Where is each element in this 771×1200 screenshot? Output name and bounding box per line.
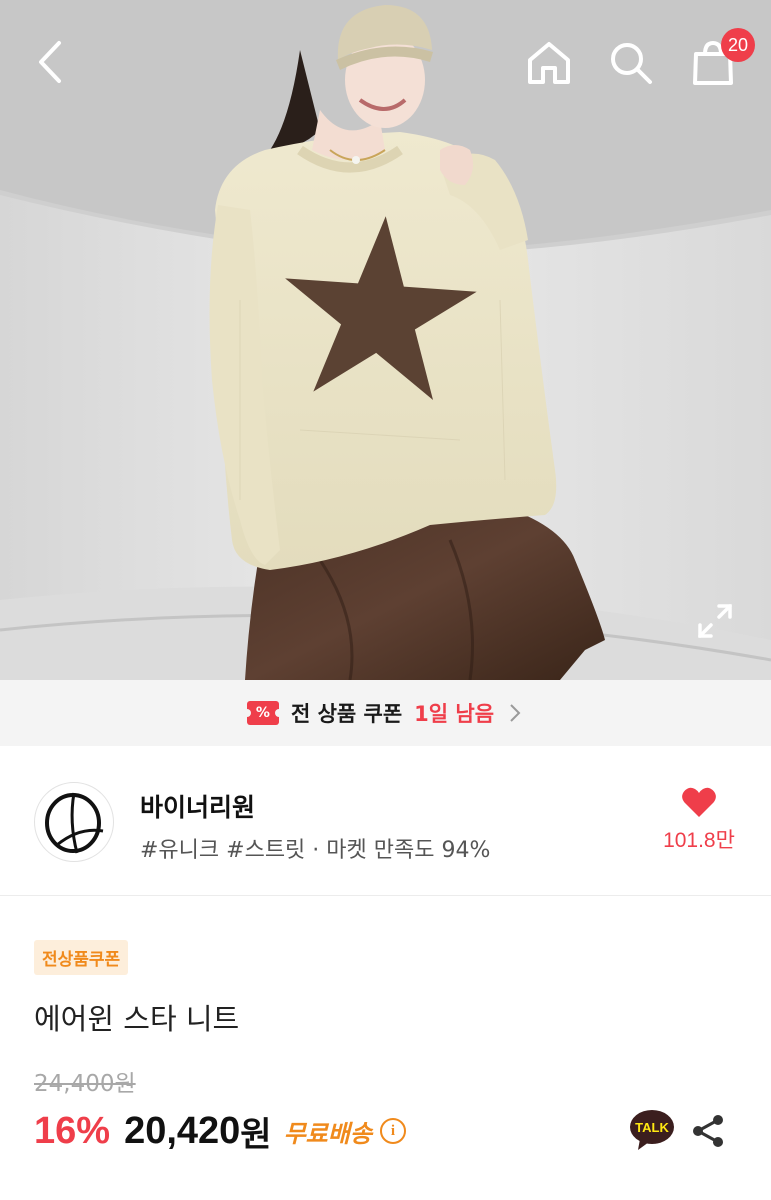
product-title: 에어윈 스타 니트 bbox=[34, 1002, 240, 1036]
share-button[interactable] bbox=[686, 1110, 730, 1152]
shop-tags: #유니크 #스트릿 · 마켓 만족도 94% bbox=[140, 838, 491, 863]
search-button[interactable] bbox=[600, 32, 662, 94]
product-photo bbox=[0, 0, 771, 680]
like-count: 101.8만 bbox=[663, 829, 735, 852]
product-image-carousel[interactable]: 20 bbox=[0, 0, 771, 680]
coupon-badge: 전상품쿠폰 bbox=[34, 940, 129, 975]
coupon-remaining-days: 1일 남음 bbox=[414, 702, 495, 726]
shop-logo-mark bbox=[45, 792, 104, 854]
chevron-right-icon bbox=[510, 704, 521, 722]
heart-icon bbox=[682, 787, 716, 817]
shop-logo[interactable] bbox=[34, 782, 114, 862]
sale-price: 20,420 bbox=[124, 1109, 241, 1152]
expand-icon bbox=[698, 604, 732, 638]
home-icon bbox=[528, 42, 570, 84]
like-button[interactable]: 101.8만 bbox=[650, 786, 748, 866]
info-glyph: i bbox=[390, 1122, 395, 1139]
coupon-icon: % bbox=[242, 701, 283, 725]
cart-count-badge: 20 bbox=[721, 28, 755, 62]
original-price: 24,400원 bbox=[34, 1071, 136, 1097]
coupon-icon-glyph: % bbox=[255, 705, 270, 721]
kakao-talk-label: TALK bbox=[635, 1120, 669, 1135]
share-icon bbox=[693, 1115, 723, 1147]
price-row: 16% 20,420 원 무료배송 i bbox=[34, 1106, 406, 1156]
price-currency: 원 bbox=[240, 1114, 272, 1155]
shop-name[interactable]: 바이너리원 bbox=[140, 788, 255, 824]
search-icon bbox=[611, 43, 652, 84]
coupon-banner-label: 전 상품 쿠폰 bbox=[290, 702, 403, 726]
back-button[interactable] bbox=[22, 30, 78, 94]
chevron-left-icon bbox=[39, 41, 61, 83]
free-shipping-label: 무료배송 bbox=[283, 1119, 372, 1148]
kakao-talk-icon: TALK bbox=[630, 1110, 674, 1150]
kakao-talk-share-button[interactable]: TALK bbox=[628, 1108, 676, 1152]
shop-info-row[interactable]: 바이너리원 #유니크 #스트릿 · 마켓 만족도 94% 101.8만 bbox=[0, 746, 771, 896]
coupon-banner[interactable]: % 전 상품 쿠폰 1일 남음 bbox=[0, 680, 771, 746]
shipping-info-icon[interactable]: i bbox=[379, 1118, 406, 1144]
expand-image-button[interactable] bbox=[690, 596, 740, 646]
home-button[interactable] bbox=[518, 32, 580, 94]
discount-rate: 16% bbox=[34, 1109, 111, 1152]
